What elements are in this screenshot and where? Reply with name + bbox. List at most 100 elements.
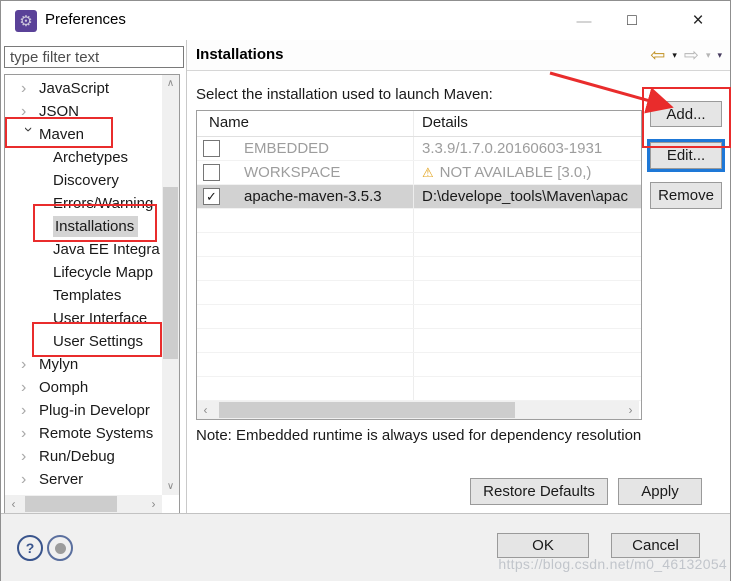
tree-item-label: Java EE Integra — [53, 241, 160, 258]
tree-item-label: Templates — [53, 287, 121, 304]
tree-item[interactable]: Templates — [5, 284, 160, 307]
tree-item[interactable]: User Interface — [5, 307, 160, 330]
tree-chevron-icon[interactable]: › — [21, 399, 35, 422]
filter-input[interactable] — [4, 46, 184, 68]
tree-items: › JavaScript › JSON › Maven Archetypes D… — [5, 77, 160, 491]
close-button[interactable]: × — [673, 1, 723, 41]
question-mark-glyph: ? — [26, 540, 35, 556]
tree-chevron-icon[interactable]: › — [21, 77, 35, 100]
tree-item[interactable]: › Run/Debug — [5, 445, 160, 468]
tree-chevron-icon[interactable]: › — [21, 445, 35, 468]
tree-horizontal-scrollbar[interactable]: ‹ › — [5, 495, 162, 513]
table-empty-row — [197, 281, 641, 305]
column-header-details[interactable]: Details — [413, 111, 641, 136]
scroll-left-icon[interactable]: ‹ — [5, 495, 22, 513]
table-row[interactable]: ✓ apache-maven-3.5.3 D:\develope_tools\M… — [197, 185, 641, 209]
warning-icon: ⚠ — [422, 161, 434, 184]
table-body: EMBEDDED 3.3.9/1.7.0.20160603-1931 WORKS… — [197, 137, 641, 420]
apply-button[interactable]: Apply — [618, 478, 702, 505]
tree-item[interactable]: Installations — [5, 215, 160, 238]
ok-button[interactable]: OK — [497, 533, 589, 558]
tree-item-label: JSON — [39, 103, 79, 120]
table-row[interactable]: WORKSPACE ⚠ NOT AVAILABLE [3.0,) — [197, 161, 641, 185]
column-header-name[interactable]: Name — [197, 111, 413, 136]
table-row[interactable]: EMBEDDED 3.3.9/1.7.0.20160603-1931 — [197, 137, 641, 161]
tree-item-label: Remote Systems — [39, 425, 153, 442]
tree-chevron-icon[interactable]: › — [17, 127, 40, 141]
tree-item[interactable]: Errors/Warning — [5, 192, 160, 215]
scroll-right-icon[interactable]: › — [145, 495, 162, 513]
row-name: WORKSPACE — [244, 161, 340, 184]
tree-item[interactable]: › Remote Systems — [5, 422, 160, 445]
tree-item[interactable]: Archetypes — [5, 146, 160, 169]
view-menu-icon[interactable]: ▾ — [717, 51, 722, 60]
titlebar: ⚙ Preferences — □ × — [1, 1, 730, 40]
tree-item[interactable]: › JavaScript — [5, 77, 160, 100]
tree-item-label: Errors/Warning — [53, 195, 153, 212]
scroll-up-icon[interactable]: ∧ — [162, 75, 179, 92]
tree-chevron-icon[interactable]: › — [21, 422, 35, 445]
tree-chevron-icon[interactable]: › — [21, 468, 35, 491]
restore-defaults-button[interactable]: Restore Defaults — [470, 478, 608, 505]
tree-item[interactable]: Discovery — [5, 169, 160, 192]
row-name: EMBEDDED — [244, 137, 329, 160]
remove-button[interactable]: Remove — [650, 182, 722, 209]
tree-item[interactable]: › JSON — [5, 100, 160, 123]
maximize-button[interactable]: □ — [609, 1, 655, 41]
edit-button[interactable]: Edit... — [650, 142, 722, 169]
scrollbar-thumb[interactable] — [163, 187, 178, 359]
back-arrow-icon[interactable]: ⇦ — [650, 46, 665, 64]
table-empty-row — [197, 257, 641, 281]
tree-item[interactable]: › Server — [5, 468, 160, 491]
table-horizontal-scrollbar[interactable]: ‹ › — [197, 401, 639, 419]
row-checkbox[interactable]: ✓ — [203, 188, 220, 205]
row-details: NOT AVAILABLE [3.0,) — [440, 161, 592, 184]
panel-header: Installations ⇦ ▾ ⇨ ▾ ▾ — [187, 40, 730, 71]
panel-divider[interactable] — [186, 40, 187, 513]
scrollbar-thumb[interactable] — [219, 402, 515, 418]
minimize-icon: — — [577, 13, 592, 30]
tree-chevron-icon[interactable]: › — [21, 100, 35, 123]
tree-item-label: Lifecycle Mapp — [53, 264, 153, 281]
app-icon: ⚙ — [15, 10, 37, 32]
row-checkbox[interactable] — [203, 140, 220, 157]
table-empty-row — [197, 305, 641, 329]
tree-item-label: Plug-in Developr — [39, 402, 150, 419]
preferences-dialog: ⚙ Preferences — □ × › JavaScript › JSON … — [0, 0, 731, 581]
tree-chevron-icon[interactable]: › — [21, 353, 35, 376]
tree-item-label: Discovery — [53, 172, 119, 189]
tree-item[interactable]: › Maven — [5, 123, 160, 146]
tree-item-label: Oomph — [39, 379, 88, 396]
table-empty-row — [197, 209, 641, 233]
preference-recorder-icon[interactable] — [47, 535, 73, 561]
tree-chevron-icon[interactable]: › — [21, 376, 35, 399]
table-header: Name Details — [197, 111, 641, 137]
instruction-text: Select the installation used to launch M… — [196, 86, 493, 103]
back-history-dropdown-icon[interactable]: ▾ — [672, 51, 677, 60]
scrollbar-thumb[interactable] — [25, 496, 117, 512]
tree-item-label: JavaScript — [39, 80, 109, 97]
tree-item[interactable]: User Settings — [5, 330, 160, 353]
help-icon[interactable]: ? — [17, 535, 43, 561]
cancel-button[interactable]: Cancel — [611, 533, 700, 558]
scroll-down-icon[interactable]: ∨ — [162, 478, 179, 495]
tree-item-label: Mylyn — [39, 356, 78, 373]
note-text: Note: Embedded runtime is always used fo… — [196, 425, 666, 446]
scroll-left-icon[interactable]: ‹ — [197, 401, 214, 419]
forward-arrow-icon[interactable]: ⇨ — [684, 46, 699, 64]
row-details: 3.3.9/1.7.0.20160603-1931 — [422, 137, 602, 160]
minimize-button[interactable]: — — [561, 1, 607, 41]
tree-item[interactable]: › Plug-in Developr — [5, 399, 160, 422]
tree-item[interactable]: Java EE Integra — [5, 238, 160, 261]
tree-item[interactable]: Lifecycle Mapp — [5, 261, 160, 284]
scroll-right-icon[interactable]: › — [622, 401, 639, 419]
record-dot-icon — [55, 543, 66, 554]
tree-item[interactable]: › Oomph — [5, 376, 160, 399]
tree-item-label: Run/Debug — [39, 448, 115, 465]
tree-item[interactable]: › Mylyn — [5, 353, 160, 376]
forward-history-dropdown-icon[interactable]: ▾ — [706, 51, 711, 60]
add-button[interactable]: Add... — [650, 101, 722, 127]
tree-vertical-scrollbar[interactable]: ∧ ∨ — [162, 75, 179, 495]
table-empty-row — [197, 377, 641, 401]
row-checkbox[interactable] — [203, 164, 220, 181]
